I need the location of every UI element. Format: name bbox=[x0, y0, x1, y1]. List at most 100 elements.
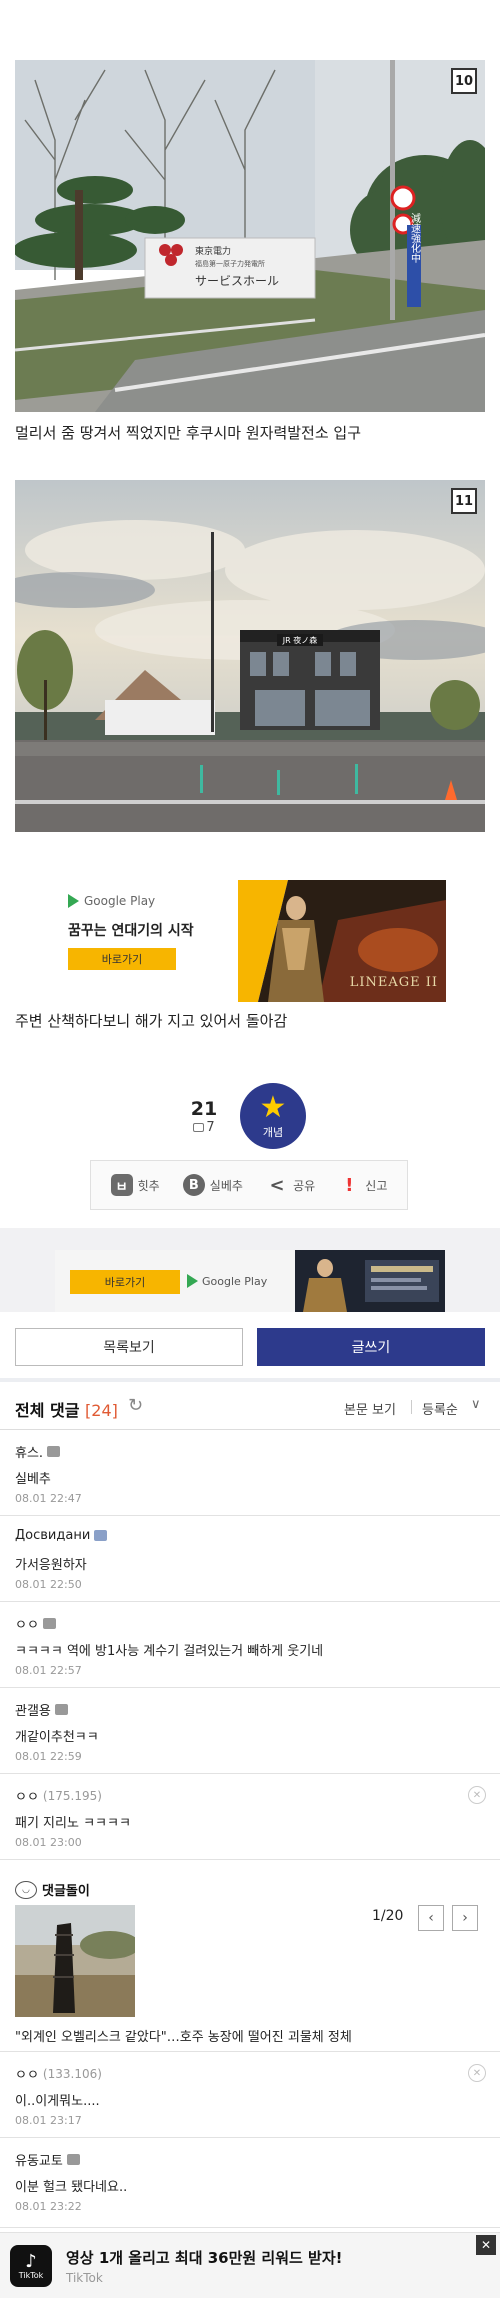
comment-text: 이..이게뭐노.... bbox=[15, 2094, 100, 2109]
best-icon: B bbox=[182, 1174, 205, 1196]
photo-caption: 멀리서 줌 땅겨서 찍었지만 후쿠시마 원자력발전소 입구 bbox=[15, 424, 362, 442]
comment-text: 개같이추천ㅋㅋ bbox=[15, 1730, 99, 1745]
level-icon bbox=[66, 2154, 80, 2165]
google-play-icon bbox=[187, 1274, 198, 1288]
action-bar: ㅂ 힛추 B 실베추 < 공유 ! 신고 bbox=[90, 1160, 408, 1210]
recommend-label: 개념 bbox=[262, 1125, 284, 1139]
comment-time: 08.01 22:50 bbox=[15, 1578, 82, 1591]
list-button[interactable]: 목록보기 bbox=[15, 1328, 243, 1366]
chevron-down-icon[interactable]: ∨ bbox=[471, 1397, 481, 1412]
comment-item: ㅇㅇ ㅋㅋㅋㅋ 역에 방1사능 계수기 걸려있는거 빼하게 웃기네 08.01 … bbox=[0, 1602, 500, 1688]
siren-icon: ! bbox=[345, 1174, 354, 1196]
ad-strip-artwork bbox=[295, 1250, 445, 1312]
tiktok-ad[interactable]: ♪ TikTok 영상 1개 올리고 최대 36만원 리워드 받자! TikTo… bbox=[0, 2232, 500, 2298]
vote-number: 21 bbox=[190, 1098, 218, 1120]
comment-nick[interactable]: 유동교토 bbox=[15, 2150, 80, 2169]
sign-text: サービスホール bbox=[195, 274, 279, 288]
sign-brand: 東京電力 bbox=[195, 245, 231, 257]
comment-item: ㅇㅇ (133.106) ✕ 이..이게뭐노.... 08.01 23:17 bbox=[0, 2052, 500, 2138]
share-icon: < bbox=[269, 1174, 285, 1196]
ad-go-button[interactable]: 바로가기 bbox=[68, 948, 176, 970]
photo-caption: 주변 산책하다보니 해가 지고 있어서 돌아감 bbox=[15, 1012, 288, 1030]
comment-item: ㅇㅇ (175.195) ✕ 패기 지리노 ㅋㅋㅋㅋ 08.01 23:00 bbox=[0, 1774, 500, 1860]
comment-time: 08.01 22:57 bbox=[15, 1664, 82, 1677]
comment-bot-news: ◡ 댓글돌이 1/20 ‹ › "외계인 오벨리스크 같았다"…호주 농장에 떨… bbox=[0, 1872, 500, 2052]
comments-title: 전체 댓글 [24] bbox=[15, 1401, 118, 1420]
recommend-button[interactable]: ★ 개념 bbox=[240, 1083, 306, 1149]
delete-comment-icon[interactable]: ✕ bbox=[468, 2064, 486, 2082]
comment-text: 실베추 bbox=[15, 1472, 51, 1487]
comment-nick[interactable]: ㅇㅇ (175.195) bbox=[15, 1786, 102, 1806]
news-thumbnail[interactable] bbox=[15, 1905, 135, 2017]
comment-text: 이분 헐크 됐다네요.. bbox=[15, 2180, 128, 2195]
comment-item: 휴스. 실베추 08.01 22:47 bbox=[0, 1430, 500, 1516]
comment-nick[interactable]: ㅇㅇ (133.106) bbox=[15, 2064, 102, 2084]
sort-select[interactable]: 등록순 bbox=[422, 1399, 458, 1418]
google-play-badge: Google Play bbox=[187, 1274, 267, 1288]
comment-time: 08.01 23:22 bbox=[15, 2200, 82, 2213]
close-icon[interactable]: ✕ bbox=[476, 2235, 496, 2255]
photo-number-badge: 11 bbox=[451, 488, 477, 514]
view-post-link[interactable]: 본문 보기 bbox=[344, 1399, 396, 1418]
delete-comment-icon[interactable]: ✕ bbox=[468, 1786, 486, 1804]
write-button[interactable]: 글쓰기 bbox=[257, 1328, 485, 1366]
comment-item: Досвидани 가서응원하자 08.01 22:50 bbox=[0, 1516, 500, 1602]
level-icon bbox=[47, 1446, 61, 1457]
photo-number-badge: 10 bbox=[451, 68, 477, 94]
bot-name: ◡ 댓글돌이 bbox=[15, 1880, 90, 1899]
next-news-button[interactable]: › bbox=[452, 1905, 478, 1931]
refresh-icon[interactable]: ↻ bbox=[128, 1395, 143, 1416]
comment-time: 08.01 23:00 bbox=[15, 1836, 82, 1849]
music-note-icon: ♪ bbox=[25, 2250, 37, 2272]
level-icon bbox=[42, 1618, 56, 1629]
comment-text: 가서응원하자 bbox=[15, 1558, 87, 1573]
bot-face-icon: ◡ bbox=[15, 1880, 37, 1899]
vote-count: 21 7 bbox=[182, 1098, 226, 1135]
ad-strip[interactable]: 바로가기 Google Play bbox=[55, 1250, 445, 1312]
level-icon bbox=[54, 1704, 68, 1715]
comment-time: 08.01 22:47 bbox=[15, 1492, 82, 1505]
comment-item: 관갤용 개같이추천ㅋㅋ 08.01 22:59 bbox=[0, 1688, 500, 1774]
tiktok-ad-sub: TikTok bbox=[66, 2271, 103, 2285]
tiktok-logo: ♪ TikTok bbox=[10, 2245, 52, 2287]
comments-header: 전체 댓글 [24] ↻ 본문 보기 등록순 ∨ bbox=[0, 1378, 500, 1430]
best-recommend-button[interactable]: B 실베추 bbox=[182, 1174, 243, 1196]
sign-sub: 福島第一原子力発電所 bbox=[195, 259, 265, 268]
comment-nick[interactable]: 관갤용 bbox=[15, 1700, 68, 1719]
comment-time: 08.01 22:59 bbox=[15, 1750, 82, 1763]
comment-icon bbox=[193, 1123, 205, 1132]
star-icon: ★ bbox=[259, 1089, 287, 1125]
station-sign: JR 夜ノ森 bbox=[282, 635, 317, 645]
google-play-badge: Google Play bbox=[68, 894, 155, 908]
hit-icon: ㅂ bbox=[110, 1174, 133, 1196]
ad-banner-lineage[interactable]: Google Play 꿈꾸는 연대기의 시작 바로가기 LINEAGE II bbox=[58, 880, 446, 1002]
prev-news-button[interactable]: ‹ bbox=[418, 1905, 444, 1931]
tiktok-ad-text: 영상 1개 올리고 최대 36만원 리워드 받자! bbox=[66, 2249, 343, 2267]
comment-text: ㅋㅋㅋㅋ 역에 방1사능 계수기 걸려있는거 빼하게 웃기네 bbox=[15, 1644, 324, 1659]
google-play-icon bbox=[68, 894, 79, 908]
photo-station: JR 夜ノ森 11 bbox=[15, 480, 485, 832]
ad-game-logo: LINEAGE II bbox=[349, 975, 438, 990]
report-button[interactable]: ! 신고 bbox=[338, 1174, 387, 1196]
road-sign: 減速強化中 bbox=[409, 212, 421, 264]
comment-nick[interactable]: ㅇㅇ bbox=[15, 1614, 56, 1633]
hit-recommend-button[interactable]: ㅂ 힛추 bbox=[110, 1174, 160, 1196]
news-page-indicator: 1/20 bbox=[372, 1908, 404, 1924]
comment-text: 패기 지리노 ㅋㅋㅋㅋ bbox=[15, 1816, 131, 1831]
comment-count: 7 bbox=[182, 1120, 226, 1135]
ad-title: 꿈꾸는 연대기의 시작 bbox=[68, 923, 194, 939]
page: 東京電力 福島第一原子力発電所 サービスホール 減速強化中 10 멀리서 줌 땅… bbox=[0, 0, 500, 2298]
ad-artwork: LINEAGE II bbox=[238, 880, 446, 1002]
comment-item: 유동교토 이분 헐크 됐다네요.. 08.01 23:22 bbox=[0, 2138, 500, 2228]
level-icon bbox=[94, 1530, 108, 1541]
photo-fukushima-entrance: 東京電力 福島第一原子力発電所 サービスホール 減速強化中 10 bbox=[15, 60, 485, 412]
divider bbox=[411, 1400, 412, 1414]
comment-time: 08.01 23:17 bbox=[15, 2114, 82, 2127]
comments-count: [24] bbox=[85, 1401, 118, 1420]
news-title[interactable]: "외계인 오벨리스크 같았다"…호주 농장에 떨어진 괴물체 정체 bbox=[15, 2026, 352, 2045]
share-button[interactable]: < 공유 bbox=[266, 1174, 316, 1196]
comment-nick[interactable]: Досвидани bbox=[15, 1528, 108, 1543]
ad-strip-go-button[interactable]: 바로가기 bbox=[70, 1270, 180, 1294]
comment-ip: (175.195) bbox=[42, 1788, 102, 1803]
comment-nick[interactable]: 휴스. bbox=[15, 1442, 61, 1461]
